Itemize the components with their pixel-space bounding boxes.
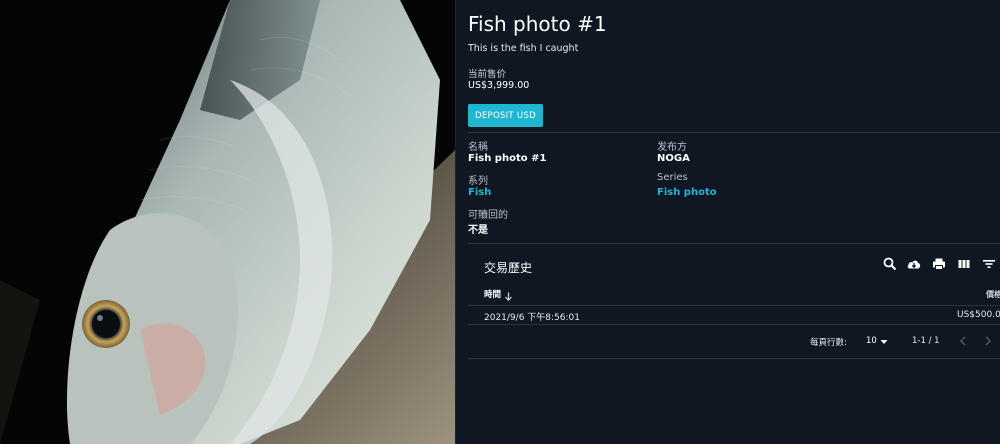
history-title: 交易歷史 [484, 261, 533, 275]
nft-detail-page: Fish photo #1 This is the fish I caught … [0, 0, 1000, 444]
item-title: Fish photo #1 [468, 12, 607, 36]
divider [468, 132, 1000, 133]
column-header-time[interactable]: 時間 [484, 288, 501, 300]
table-bottom-divider [468, 358, 1000, 359]
table-divider [468, 324, 1000, 325]
item-details: Fish photo #1 This is the fish I caught … [468, 0, 1000, 444]
search-icon[interactable] [882, 256, 898, 272]
issuer-label: 发布方 [657, 142, 687, 153]
chevron-right-icon[interactable] [981, 333, 995, 349]
name-label: 名稱 [468, 142, 488, 153]
cloud-download-icon[interactable] [906, 256, 922, 272]
series-label: Series [657, 172, 688, 183]
item-image [0, 0, 455, 444]
filter-icon[interactable] [981, 256, 997, 272]
collection-label: 系列 [468, 176, 488, 187]
name-value: Fish photo #1 [468, 153, 547, 164]
rows-per-page-value: 10 [866, 336, 877, 346]
deposit-usd-button[interactable]: DEPOSIT USD [468, 104, 543, 127]
rows-per-page-label: 每頁行數: [810, 338, 847, 348]
pagination-range: 1-1 / 1 [912, 336, 940, 346]
table-divider [468, 305, 1000, 306]
divider [468, 243, 1000, 244]
redeemable-label: 可贖回的 [468, 210, 508, 221]
row-price: US$500.00 [957, 310, 1000, 320]
price-value: US$3,999.00 [468, 80, 530, 91]
issuer-value: NOGA [657, 153, 690, 164]
view-columns-icon[interactable] [956, 256, 972, 272]
arrow-down-icon[interactable] [503, 287, 514, 302]
column-header-price[interactable]: 價格 [986, 289, 1000, 300]
collection-link[interactable]: Fish [468, 187, 491, 198]
item-description: This is the fish I caught [468, 43, 579, 54]
series-link[interactable]: Fish photo [657, 187, 717, 198]
chevron-left-icon[interactable] [956, 333, 970, 349]
caret-down-icon [880, 338, 888, 344]
price-label: 当前售价 [468, 69, 507, 80]
print-icon[interactable] [931, 256, 947, 272]
redeemable-value: 不是 [468, 225, 488, 236]
rows-per-page-select[interactable]: 10 [866, 333, 892, 349]
photo-divider [455, 0, 456, 444]
fish-photo [0, 0, 455, 444]
row-time: 2021/9/6 下午8:56:01 [484, 313, 580, 323]
